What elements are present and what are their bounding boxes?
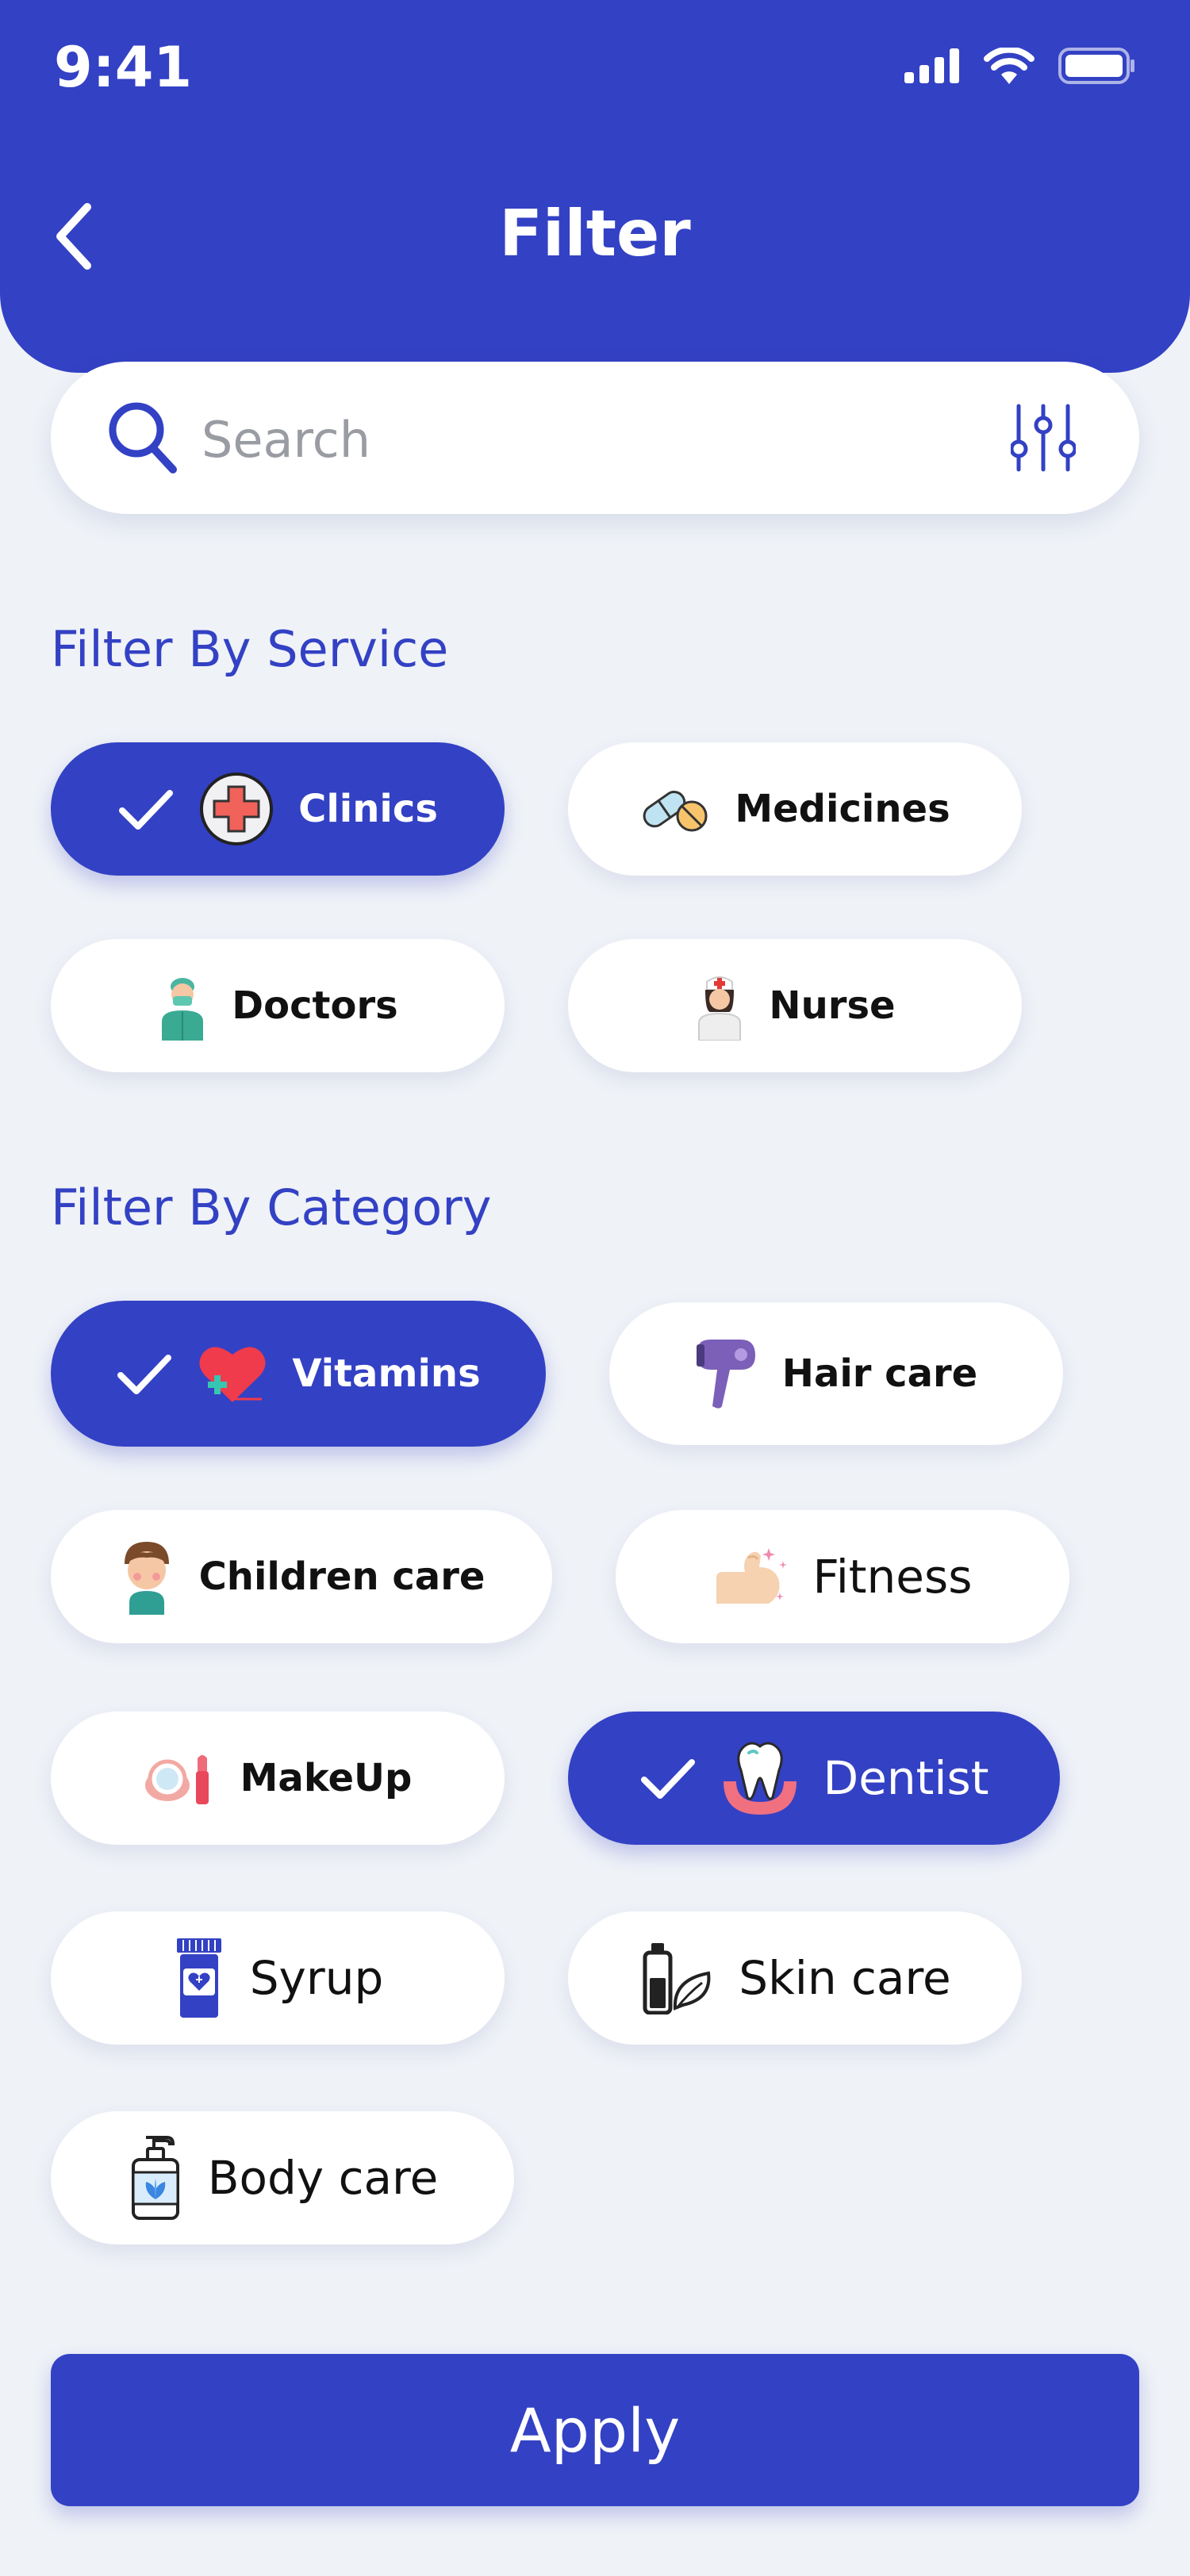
chip-nurse[interactable]: Nurse [568,939,1022,1072]
chip-label: Fitness [812,1550,973,1604]
apply-button[interactable]: Apply [51,2354,1139,2506]
child-icon [124,1542,169,1615]
pump-bottle-icon [131,2136,179,2220]
chip-label: Doctors [232,983,398,1028]
page-title: Filter [499,197,691,270]
check-icon [116,1351,173,1396]
chip-label: Skin care [739,1951,951,2005]
nurse-icon [698,976,742,1041]
chip-fitness[interactable]: Fitness [616,1510,1069,1643]
chip-label: Dentist [823,1751,989,1805]
chip-clinics[interactable]: Clinics [51,742,505,876]
status-time: 9:41 [54,35,193,100]
clinic-cross-icon [200,772,274,845]
chip-body-care[interactable]: Body care [51,2111,514,2244]
category-section-title: Filter By Category [51,1179,492,1236]
filter-settings-icon[interactable] [1011,403,1076,473]
status-icons [904,48,1136,84]
battery-icon [1058,48,1134,84]
chip-label: Syrup [249,1951,384,2005]
chip-label: Medicines [735,787,950,831]
check-icon [639,1756,697,1800]
chip-label: Vitamins [292,1351,481,1396]
chip-label: Hair care [781,1351,978,1396]
chip-makeup[interactable]: MakeUp [51,1712,505,1845]
chip-medicines[interactable]: Medicines [568,742,1022,876]
skin-care-icon [643,1943,711,2014]
chip-hair-care[interactable]: Hair care [609,1302,1063,1445]
makeup-icon [144,1755,209,1804]
signal-icon [904,48,959,83]
pills-icon [643,791,708,832]
chip-children-care[interactable]: Children care [51,1510,552,1643]
hair-dryer-icon [696,1340,755,1409]
heart-plus-icon [199,1347,266,1402]
search-icon [109,402,177,473]
chip-vitamins[interactable]: Vitamins [51,1301,546,1447]
check-icon [117,787,175,831]
muscle-arm-icon [716,1548,787,1604]
wifi-icon [984,48,1035,84]
tooth-icon [723,1742,797,1815]
chip-label: MakeUp [240,1756,413,1800]
chip-label: Body care [207,2151,439,2205]
search-bar [51,362,1139,514]
search-input[interactable] [202,400,995,479]
service-section-title: Filter By Service [51,620,449,678]
chip-dentist[interactable]: Dentist [568,1712,1060,1845]
syrup-bottle-icon [176,1938,221,2018]
chip-syrup[interactable]: Syrup [51,1911,505,2045]
chip-label: Nurse [769,983,896,1028]
chip-label: Children care [198,1554,486,1599]
chip-skin-care[interactable]: Skin care [568,1911,1022,2045]
doctor-icon [162,978,204,1041]
chip-doctors[interactable]: Doctors [51,939,505,1072]
chip-label: Clinics [298,787,438,831]
